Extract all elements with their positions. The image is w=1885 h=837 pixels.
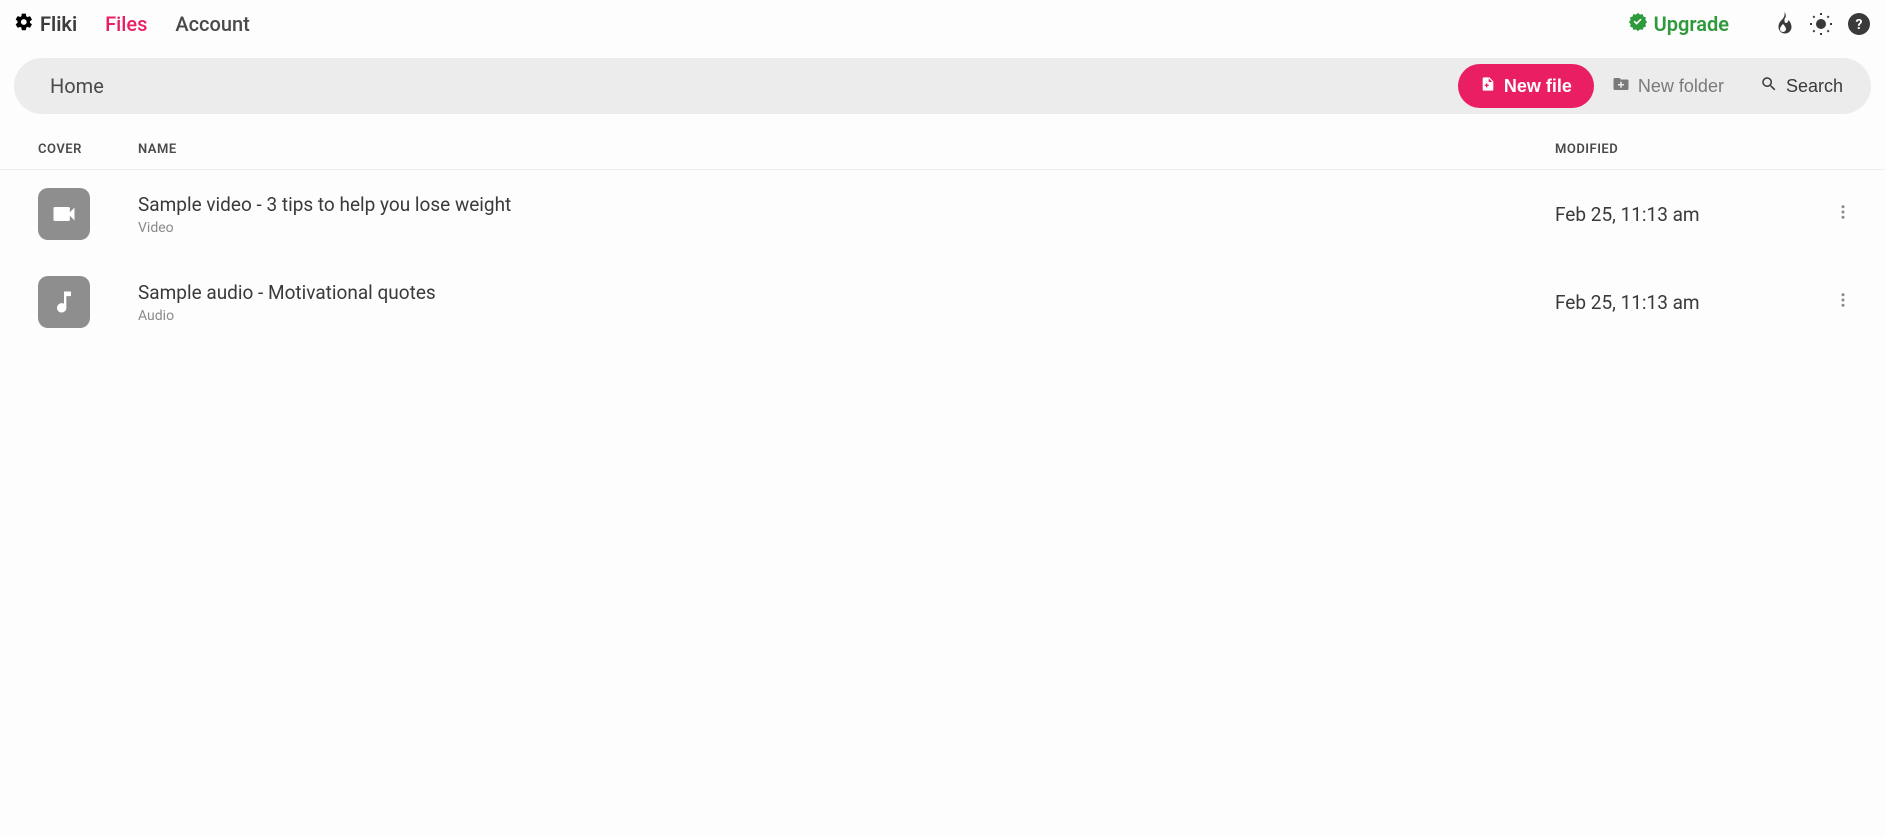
file-type: Audio [138,308,1555,324]
dots-vertical-icon [1834,206,1852,225]
top-nav: Fliki Files Account Upgrade ? [0,0,1885,48]
verified-icon [1628,12,1648,37]
gear-icon [14,12,34,37]
audio-thumb-icon [38,276,90,328]
brand-label: Fliki [40,12,77,36]
breadcrumb[interactable]: Home [50,74,1458,98]
file-title: Sample video - 3 tips to help you lose w… [138,193,1555,216]
file-title: Sample audio - Motivational quotes [138,281,1555,304]
folder-plus-icon [1612,75,1630,98]
col-modified: MODIFIED [1555,142,1815,157]
help-icon[interactable]: ? [1847,12,1871,36]
table-row[interactable]: Sample audio - Motivational quotes Audio… [0,258,1885,346]
toolbar: Home New file New folder Search [14,58,1871,114]
search-label: Search [1786,76,1843,97]
table-header: COVER NAME MODIFIED [0,114,1885,170]
brand[interactable]: Fliki [14,12,77,37]
file-modified: Feb 25, 11:13 am [1555,291,1815,314]
search-icon [1760,75,1778,98]
row-menu-button[interactable] [1815,203,1871,225]
new-folder-button[interactable]: New folder [1594,64,1742,108]
video-thumb-icon [38,188,90,240]
col-name: NAME [114,142,1555,157]
trending-icon[interactable] [1771,12,1795,36]
file-modified: Feb 25, 11:13 am [1555,203,1815,226]
new-folder-label: New folder [1638,76,1724,97]
svg-text:?: ? [1856,17,1863,33]
file-type: Video [138,220,1555,236]
upgrade-button[interactable]: Upgrade [1628,12,1729,37]
col-cover: COVER [14,142,114,157]
table-row[interactable]: Sample video - 3 tips to help you lose w… [0,170,1885,258]
file-plus-icon [1480,76,1496,97]
new-file-button[interactable]: New file [1458,64,1594,108]
dots-vertical-icon [1834,294,1852,313]
row-menu-button[interactable] [1815,291,1871,313]
nav-account[interactable]: Account [175,12,249,36]
theme-toggle-icon[interactable] [1809,12,1833,36]
new-file-label: New file [1504,76,1572,97]
nav-files[interactable]: Files [105,12,147,36]
search-button[interactable]: Search [1742,64,1861,108]
upgrade-label: Upgrade [1654,12,1729,36]
